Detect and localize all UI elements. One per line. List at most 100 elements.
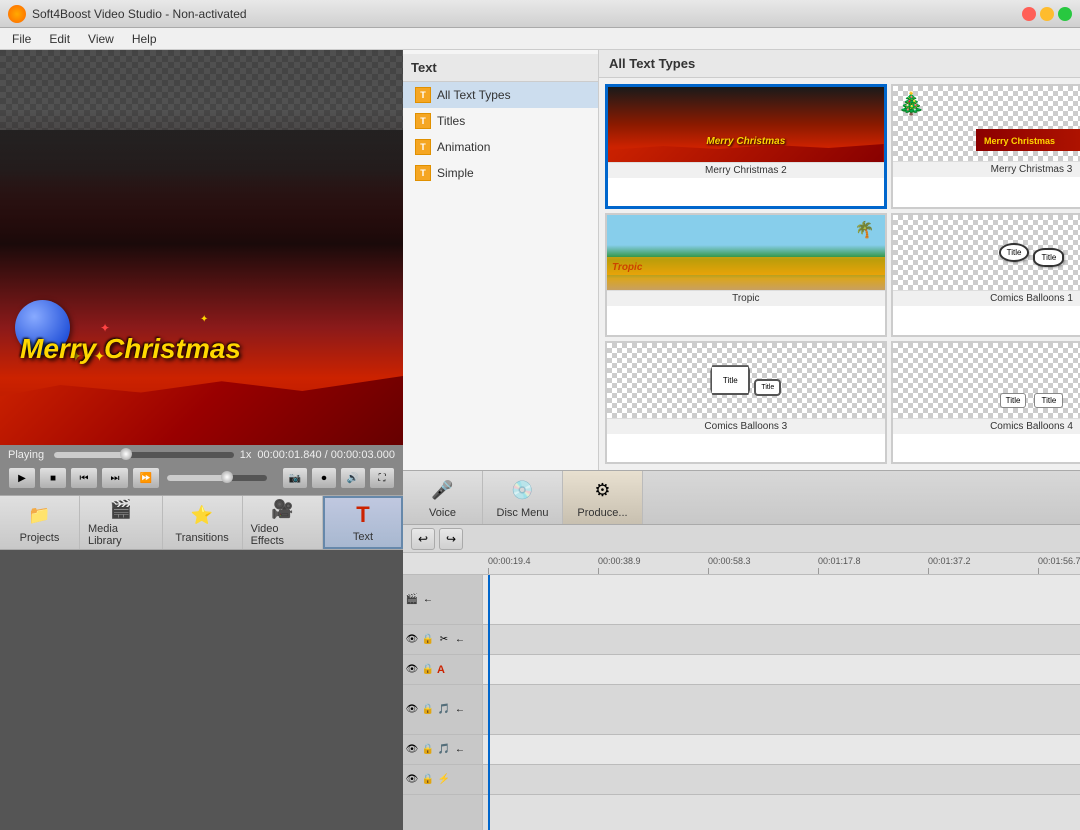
sidebar-item-titles[interactable]: T Titles (403, 108, 598, 134)
audio-collapse-2[interactable]: ← (453, 743, 467, 757)
undo-button[interactable]: ↩ (411, 528, 435, 550)
bottom-toolbar: 📁 Projects 🎬 Media Library ⭐ Transitions… (0, 495, 403, 550)
timeline-tracks: 🎬 ← 👁 🔒 ✂ ← 👁 🔒 A 👁 (403, 575, 1080, 830)
eye-icon-4[interactable]: 👁 (405, 743, 419, 757)
text-panel: Text T All Text Types T Titles T Animati… (403, 50, 1080, 470)
track-row-text (483, 655, 1080, 685)
audio-collapse-1[interactable]: ← (453, 703, 467, 717)
next-button[interactable]: ⏭ (101, 467, 129, 489)
ruler-tick-4: 00:01:37.2 (928, 556, 1038, 574)
sidebar-item-simple[interactable]: T Simple (403, 160, 598, 186)
media-library-icon: 🎬 (107, 499, 135, 520)
forward-button[interactable]: ⏩ (132, 467, 160, 489)
sidebar-item-animation[interactable]: T Animation (403, 134, 598, 160)
merry-christmas-2-preview: Merry Christmas (608, 87, 884, 162)
text-item-comics-balloons-3[interactable]: Title Title Comics Balloons 3 (605, 341, 887, 464)
minimize-button[interactable] (1040, 7, 1054, 21)
lock-icon-3[interactable]: 🔒 (421, 703, 435, 717)
track-row-audio-2 (483, 735, 1080, 765)
snapshot-button[interactable]: 📷 (282, 467, 308, 489)
eye-icon-2[interactable]: 👁 (405, 663, 419, 677)
disc-menu-button[interactable]: 💿 Disc Menu (483, 471, 563, 524)
right-panel: Text T All Text Types T Titles T Animati… (403, 50, 1080, 830)
tropic-preview: Tropic 🌴 (607, 215, 885, 290)
progress-track[interactable] (54, 452, 234, 458)
track-arrow-icon[interactable]: ← (421, 593, 435, 607)
lock-icon-1[interactable]: 🔒 (421, 633, 435, 647)
voice-button[interactable]: 🎤 Voice (403, 471, 483, 524)
menu-help[interactable]: Help (124, 30, 165, 48)
maximize-button[interactable] (1058, 7, 1072, 21)
prev-button[interactable]: ⏮ (70, 467, 98, 489)
record-button[interactable]: ⏺ (311, 467, 337, 489)
video-effects-icon: 🎥 (268, 499, 296, 520)
comics-4-bubble-1: Title (1000, 393, 1027, 408)
text-item-tropic[interactable]: Tropic 🌴 Tropic (605, 213, 887, 336)
text-item-merry-christmas-3[interactable]: Merry Christmas 🎄 Merry Christmas 3 (891, 84, 1080, 209)
comics-balloons-1-label: Comics Balloons 1 (893, 290, 1080, 306)
comics-3-bubble-1: Title (710, 365, 750, 395)
menu-edit[interactable]: Edit (41, 30, 78, 48)
stop-button[interactable]: ■ (39, 467, 67, 489)
tropic-text: Tropic (612, 262, 642, 273)
media-library-label: Media Library (88, 523, 154, 547)
close-button[interactable] (1022, 7, 1036, 21)
christmas-tree-icon: 🎄 (898, 91, 925, 117)
track-collapse-1[interactable]: ← (453, 633, 467, 647)
text-item-comics-balloons-1[interactable]: Title Title Comics Balloons 1 (891, 213, 1080, 336)
track-control-audio-1: 👁 🔒 🎵 ← (403, 685, 482, 735)
sidebar-item-animation-label: Animation (437, 140, 490, 154)
fullscreen-button[interactable]: ⛶ (369, 467, 395, 489)
all-text-types-icon: T (415, 87, 431, 103)
scissors-icon-1[interactable]: ✂ (437, 633, 451, 647)
sidebar-item-all-text-types[interactable]: T All Text Types (403, 82, 598, 108)
timeline-content (483, 575, 1080, 830)
text-button[interactable]: T Text (323, 496, 403, 549)
palm-icon: 🌴 (855, 220, 875, 240)
lock-icon-2[interactable]: 🔒 (421, 663, 435, 677)
menu-view[interactable]: View (80, 30, 122, 48)
simple-icon: T (415, 165, 431, 181)
video-preview: ✦✦✦ ✦ ✦ Merry Christmas (0, 50, 403, 445)
lock-icon-5[interactable]: 🔒 (421, 773, 435, 787)
text-gallery: All Text Types × (599, 50, 1080, 470)
gallery-header: All Text Types × (599, 50, 1080, 78)
titles-icon: T (415, 113, 431, 129)
text-sidebar: Text T All Text Types T Titles T Animati… (403, 50, 599, 470)
projects-label: Projects (20, 532, 60, 544)
ruler-line-5 (1038, 568, 1039, 574)
menu-file[interactable]: File (4, 30, 39, 48)
effects-icon: ⚡ (437, 773, 451, 787)
text-item-comics-balloons-4[interactable]: Title Title Comics Balloons 4 (891, 341, 1080, 464)
ruler-tick-3: 00:01:17.8 (818, 556, 928, 574)
comics-4-bubble-2: Title (1034, 393, 1063, 408)
main-layout: ✦✦✦ ✦ ✦ Merry Christmas Playing 1x 00:00… (0, 50, 1080, 830)
text-item-merry-christmas-2[interactable]: Merry Christmas Merry Christmas 2 (605, 84, 887, 209)
film-icon: 🎬 (405, 593, 419, 607)
lock-icon-4[interactable]: 🔒 (421, 743, 435, 757)
text-label: Text (353, 531, 373, 543)
play-button[interactable]: ▶ (8, 467, 36, 489)
track-control-effects: 👁 🔒 ⚡ (403, 765, 482, 795)
eye-icon-3[interactable]: 👁 (405, 703, 419, 717)
sidebar-item-titles-label: Titles (437, 114, 465, 128)
sidebar-header: Text (403, 54, 598, 82)
undo-redo-controls: ↩ ↪ (411, 528, 463, 550)
progress-bar-container: Playing 1x 00:00:01.840 / 00:00:03.000 (8, 449, 395, 461)
video-effects-button[interactable]: 🎥 Video Effects (243, 496, 323, 549)
eye-icon-1[interactable]: 👁 (405, 633, 419, 647)
ruler-tick-2: 00:00:58.3 (708, 556, 818, 574)
merry-christmas-2-label: Merry Christmas 2 (608, 162, 884, 178)
produce-icon: ⚙ (589, 476, 617, 504)
playhead (488, 575, 490, 830)
eye-icon-5[interactable]: 👁 (405, 773, 419, 787)
media-library-button[interactable]: 🎬 Media Library (80, 496, 163, 549)
produce-button[interactable]: ⚙ Produce... (563, 471, 643, 524)
transitions-button[interactable]: ⭐ Transitions (163, 496, 243, 549)
mute-button[interactable]: 🔊 (340, 467, 366, 489)
volume-track[interactable] (167, 475, 267, 481)
track-row-audio-1 (483, 685, 1080, 735)
voice-label: Voice (429, 507, 456, 519)
redo-button[interactable]: ↪ (439, 528, 463, 550)
projects-button[interactable]: 📁 Projects (0, 496, 80, 549)
